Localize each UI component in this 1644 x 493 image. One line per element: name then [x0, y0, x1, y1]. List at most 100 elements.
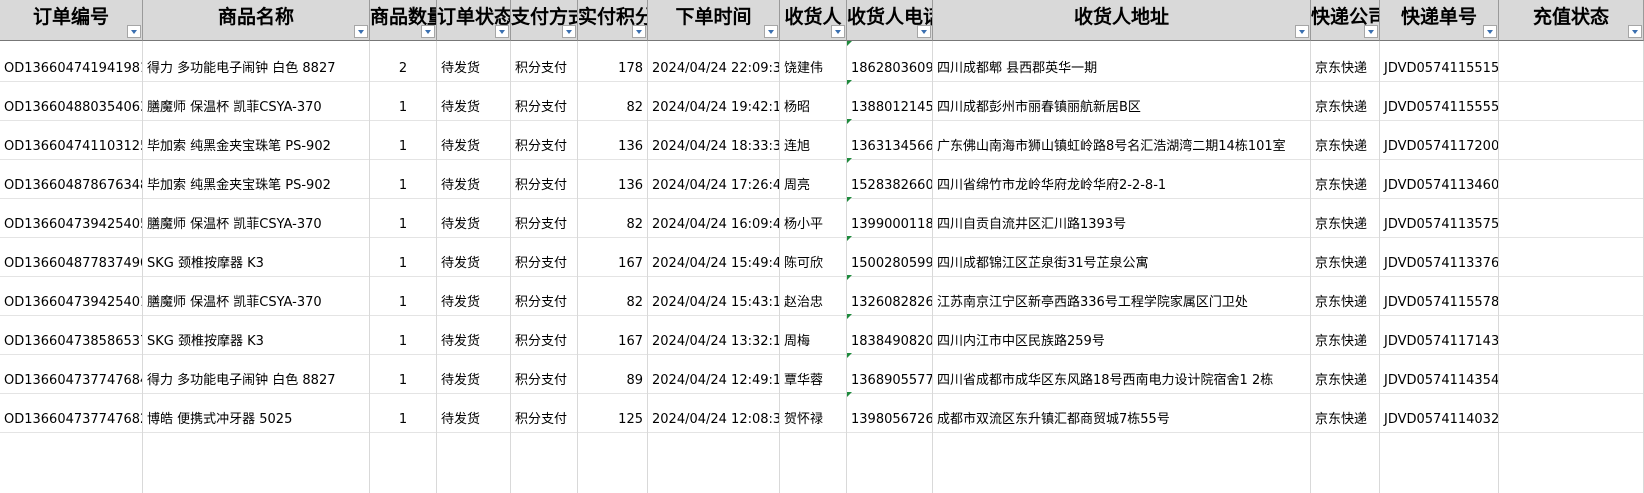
- empty-cell[interactable]: [847, 431, 933, 493]
- cell-pay_method[interactable]: 积分支付: [511, 275, 578, 316]
- column-header-recharge[interactable]: 充值状态: [1499, 0, 1644, 41]
- cell-qty[interactable]: 1: [370, 158, 437, 199]
- cell-courier[interactable]: 京东快递: [1311, 41, 1380, 82]
- cell-tracking[interactable]: JDVD05741155155: [1380, 41, 1499, 82]
- cell-courier[interactable]: 京东快递: [1311, 353, 1380, 394]
- empty-cell[interactable]: [0, 431, 143, 493]
- cell-status[interactable]: 待发货: [437, 158, 511, 199]
- cell-courier[interactable]: 京东快递: [1311, 236, 1380, 277]
- filter-dropdown-icon[interactable]: [831, 25, 845, 38]
- cell-phone[interactable]: 18628036098: [847, 41, 933, 82]
- cell-points[interactable]: 136: [578, 158, 648, 199]
- cell-phone[interactable]: 13980567268: [847, 392, 933, 433]
- column-header-phone[interactable]: 收货人电话: [847, 0, 933, 41]
- cell-order_time[interactable]: 2024/04/24 15:49:41: [648, 236, 780, 277]
- cell-product[interactable]: 得力 多功能电子闹钟 白色 8827: [143, 41, 370, 82]
- cell-recharge[interactable]: [1499, 197, 1644, 238]
- cell-product[interactable]: SKG 颈椎按摩器 K3: [143, 236, 370, 277]
- cell-phone[interactable]: 13631345668: [847, 119, 933, 160]
- cell-status[interactable]: 待发货: [437, 353, 511, 394]
- column-header-order_time[interactable]: 下单时间: [648, 0, 780, 41]
- filter-dropdown-icon[interactable]: [421, 25, 435, 38]
- cell-product[interactable]: 膳魔师 保温杯 凯菲CSYA-370: [143, 275, 370, 316]
- cell-status[interactable]: 待发货: [437, 314, 511, 355]
- cell-tracking[interactable]: JDVD05741143545: [1380, 353, 1499, 394]
- cell-product[interactable]: SKG 颈椎按摩器 K3: [143, 314, 370, 355]
- cell-pay_method[interactable]: 积分支付: [511, 197, 578, 238]
- cell-recharge[interactable]: [1499, 314, 1644, 355]
- cell-recharge[interactable]: [1499, 275, 1644, 316]
- cell-address[interactable]: 江苏南京江宁区新亭西路336号工程学院家属区门卫处: [933, 275, 1311, 316]
- cell-qty[interactable]: 1: [370, 80, 437, 121]
- filter-dropdown-icon[interactable]: [1295, 25, 1309, 38]
- cell-order_no[interactable]: OD1366047385865370: [0, 314, 143, 355]
- cell-recharge[interactable]: [1499, 80, 1644, 121]
- cell-address[interactable]: 四川成都郫 县西郡英华一期: [933, 41, 1311, 82]
- cell-qty[interactable]: 1: [370, 119, 437, 160]
- cell-phone[interactable]: 15283826600: [847, 158, 933, 199]
- cell-order_no[interactable]: OD1366048786763484: [0, 158, 143, 199]
- cell-receiver[interactable]: 周梅: [780, 314, 847, 355]
- column-header-points[interactable]: 实付积分: [578, 0, 648, 41]
- column-header-receiver[interactable]: 收货人: [780, 0, 847, 41]
- cell-status[interactable]: 待发货: [437, 119, 511, 160]
- cell-tracking[interactable]: JDVD05741171437: [1380, 314, 1499, 355]
- cell-receiver[interactable]: 周亮: [780, 158, 847, 199]
- cell-tracking[interactable]: JDVD05741133761: [1380, 236, 1499, 277]
- cell-pay_method[interactable]: 积分支付: [511, 80, 578, 121]
- cell-status[interactable]: 待发货: [437, 392, 511, 433]
- empty-cell[interactable]: [1380, 431, 1499, 493]
- filter-dropdown-icon[interactable]: [562, 25, 576, 38]
- cell-status[interactable]: 待发货: [437, 275, 511, 316]
- cell-qty[interactable]: 2: [370, 41, 437, 82]
- cell-phone[interactable]: 13990001186: [847, 197, 933, 238]
- cell-address[interactable]: 四川成都彭州市丽春镇丽航新居B区: [933, 80, 1311, 121]
- cell-points[interactable]: 136: [578, 119, 648, 160]
- filter-dropdown-icon[interactable]: [1628, 25, 1642, 38]
- cell-qty[interactable]: 1: [370, 314, 437, 355]
- filter-dropdown-icon[interactable]: [917, 25, 931, 38]
- cell-courier[interactable]: 京东快递: [1311, 392, 1380, 433]
- cell-qty[interactable]: 1: [370, 353, 437, 394]
- column-header-order_no[interactable]: 订单编号: [0, 0, 143, 41]
- column-header-pay_method[interactable]: 支付方式: [511, 0, 578, 41]
- cell-points[interactable]: 125: [578, 392, 648, 433]
- cell-phone[interactable]: 15002805997: [847, 236, 933, 277]
- cell-points[interactable]: 178: [578, 41, 648, 82]
- cell-pay_method[interactable]: 积分支付: [511, 119, 578, 160]
- cell-pay_method[interactable]: 积分支付: [511, 392, 578, 433]
- cell-tracking[interactable]: JDVD05741140324: [1380, 392, 1499, 433]
- cell-address[interactable]: 广东佛山南海市狮山镇虹岭路8号名汇浩湖湾二期14栋101室: [933, 119, 1311, 160]
- filter-dropdown-icon[interactable]: [354, 25, 368, 38]
- cell-points[interactable]: 82: [578, 80, 648, 121]
- empty-cell[interactable]: [578, 431, 648, 493]
- cell-recharge[interactable]: [1499, 353, 1644, 394]
- column-header-status[interactable]: 订单状态: [437, 0, 511, 41]
- cell-courier[interactable]: 京东快递: [1311, 314, 1380, 355]
- cell-tracking[interactable]: JDVD05741155550: [1380, 80, 1499, 121]
- cell-qty[interactable]: 1: [370, 275, 437, 316]
- column-header-qty[interactable]: 商品数量: [370, 0, 437, 41]
- empty-cell[interactable]: [933, 431, 1311, 493]
- cell-order_time[interactable]: 2024/04/24 22:09:32: [648, 41, 780, 82]
- column-header-address[interactable]: 收货人地址: [933, 0, 1311, 41]
- cell-receiver[interactable]: 赵治忠: [780, 275, 847, 316]
- filter-dropdown-icon[interactable]: [127, 25, 141, 38]
- cell-points[interactable]: 82: [578, 197, 648, 238]
- cell-order_time[interactable]: 2024/04/24 17:26:49: [648, 158, 780, 199]
- cell-order_time[interactable]: 2024/04/24 15:43:18: [648, 275, 780, 316]
- cell-receiver[interactable]: 连旭: [780, 119, 847, 160]
- cell-status[interactable]: 待发货: [437, 236, 511, 277]
- column-header-tracking[interactable]: 快递单号: [1380, 0, 1499, 41]
- cell-phone[interactable]: 13260828267: [847, 275, 933, 316]
- cell-product[interactable]: 膳魔师 保温杯 凯菲CSYA-370: [143, 197, 370, 238]
- cell-tracking[interactable]: JDVD05741172004: [1380, 119, 1499, 160]
- cell-status[interactable]: 待发货: [437, 80, 511, 121]
- cell-receiver[interactable]: 贺怀禄: [780, 392, 847, 433]
- cell-order_time[interactable]: 2024/04/24 13:32:12: [648, 314, 780, 355]
- cell-pay_method[interactable]: 积分支付: [511, 41, 578, 82]
- empty-cell[interactable]: [1311, 431, 1380, 493]
- column-header-product[interactable]: 商品名称: [143, 0, 370, 41]
- cell-receiver[interactable]: 杨小平: [780, 197, 847, 238]
- cell-courier[interactable]: 京东快递: [1311, 80, 1380, 121]
